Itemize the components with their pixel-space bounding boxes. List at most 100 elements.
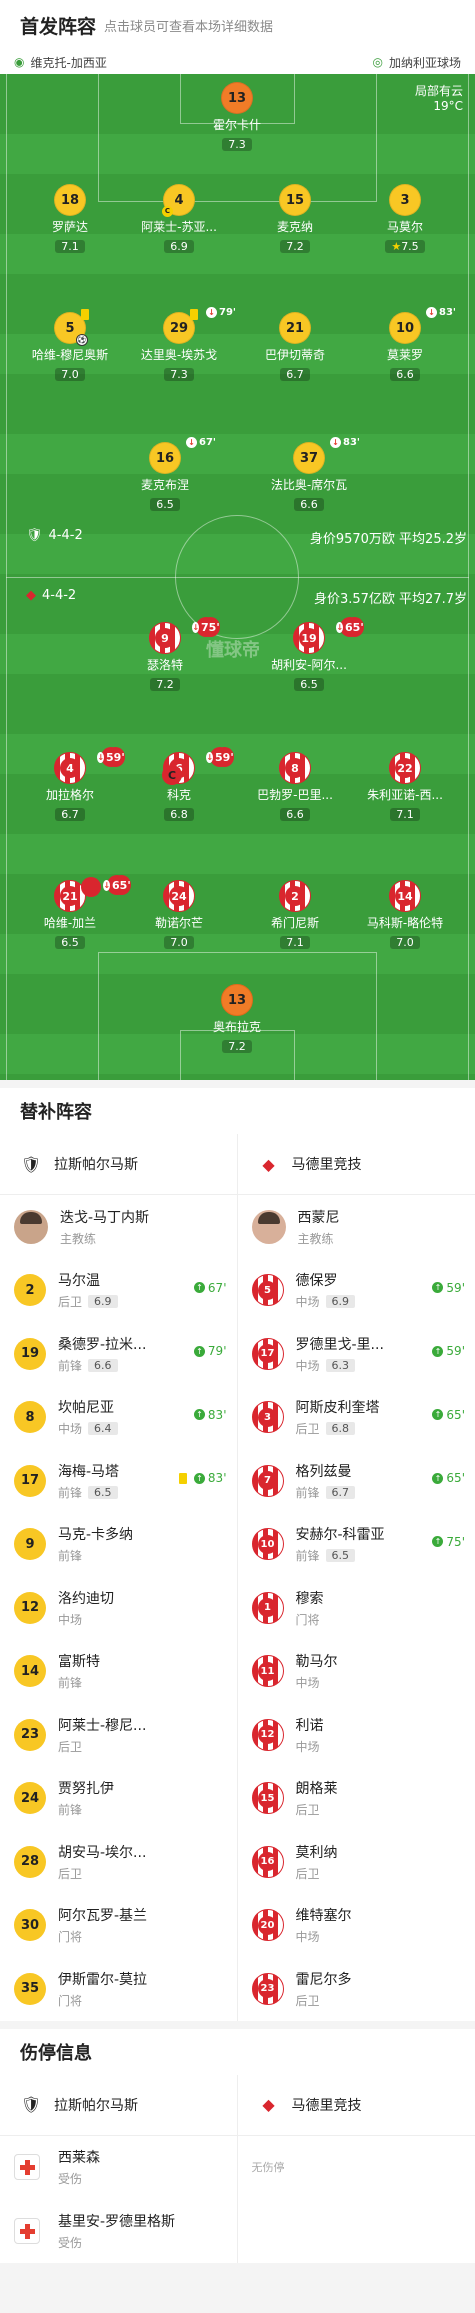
home-coach[interactable]: 迭戈-马丁内斯主教练 (0, 1195, 237, 1259)
jersey-number: 11 (252, 1655, 284, 1687)
jersey-number: 28 (14, 1846, 46, 1878)
weather-info: 局部有云19°C (415, 82, 463, 113)
sub-row[interactable]: 24贾努扎伊前锋 (0, 1767, 237, 1831)
sub-row[interactable]: 3阿斯皮利奎塔后卫6.8↑65' (238, 1386, 475, 1450)
sub-in-minute-text: 65' (446, 1408, 465, 1422)
away-crest-icon: ◆ (26, 588, 36, 603)
sub-row[interactable]: 12洛约迪切中场 (0, 1576, 237, 1640)
jersey-number: 23 (252, 1973, 284, 2005)
player-rating: 6.6 (294, 498, 324, 511)
sub-minute: 59' (215, 747, 234, 767)
player-home-7[interactable]: 29↓79'达里奥-埃苏戈7.3 (137, 312, 221, 382)
sub-row[interactable]: 16莫利纳后卫 (238, 1830, 475, 1894)
injury-home-header[interactable]: 🛡拉斯帕尔马斯 (0, 2075, 238, 2135)
player-home-9[interactable]: 10↓83'莫莱罗6.6 (363, 312, 447, 382)
home-team-header[interactable]: 🛡拉斯帕尔马斯 (0, 1134, 238, 1194)
player-home-4[interactable]: 15麦克纳7.2 (253, 184, 337, 254)
away-team-header[interactable]: ◆马德里竞技 (238, 1134, 475, 1194)
sub-row[interactable]: 12利诺中场 (238, 1703, 475, 1767)
player-position: 中场 (58, 1420, 82, 1437)
jersey-number-text: 16 (258, 1852, 277, 1871)
sub-row[interactable]: 15朗格莱后卫 (238, 1767, 475, 1831)
player-home-gk[interactable]: 13霍尔卡什7.3 (195, 82, 279, 152)
player-name: 达里奥-埃苏戈 (137, 346, 221, 363)
player-away-24[interactable]: 24勒诺尔芒7.0 (137, 880, 221, 950)
sub-row[interactable]: 30阿尔瓦罗-基兰门将 (0, 1894, 237, 1958)
away-subs-list: 西蒙尼主教练 5德保罗中场6.9↑59'17罗德里戈-里...中场6.3↑59'… (238, 1195, 475, 2021)
player-home-8[interactable]: 21巴伊切蒂奇6.7 (253, 312, 337, 382)
player-away-gk[interactable]: 13奥布拉克7.2 (195, 984, 279, 1054)
player-name: 利诺 (296, 1715, 324, 1735)
sub-row[interactable]: 7格列兹曼前锋6.7↑65' (238, 1449, 475, 1513)
away-injuries: 无伤停 (238, 2136, 475, 2263)
player-away-22[interactable]: 22朱利亚诺-西...7.1 (363, 752, 447, 822)
injury-away-header[interactable]: ◆马德里竞技 (238, 2075, 475, 2135)
player-home-6[interactable]: 5⚽哈维-穆尼奥斯7.0 (28, 312, 112, 382)
sub-row[interactable]: 35伊斯雷尔-莫拉门将 (0, 1957, 237, 2021)
player-away-6[interactable]: 6C↓59'科克6.8 (137, 752, 221, 822)
sub-in-icon: ↑ (194, 1346, 205, 1357)
sub-row[interactable]: 2马尔温后卫6.9↑67' (0, 1259, 237, 1323)
sub-row[interactable]: 11勒马尔中场 (238, 1640, 475, 1704)
player-position-line: 中场6.4 (58, 1420, 118, 1437)
player-away-21[interactable]: 21↓65'哈维-加兰6.5 (28, 880, 112, 950)
jersey-number: 5 (65, 321, 74, 336)
player-home-10[interactable]: 16↓67'麦克布涅6.5 (123, 442, 207, 512)
sub-row[interactable]: 23阿莱士-穆尼...后卫 (0, 1703, 237, 1767)
jersey-number: 4 (174, 193, 183, 208)
jersey-number-text: 15 (258, 1789, 277, 1808)
sub-row[interactable]: 8坎帕尼亚中场6.4↑83' (0, 1386, 237, 1450)
player-rating: 6.5 (150, 498, 180, 511)
page-subtitle: 点击球员可查看本场详细数据 (104, 16, 273, 35)
player-name: 胡利安-阿尔... (267, 656, 351, 673)
jersey-number: 17 (14, 1465, 46, 1497)
sub-row[interactable]: 9马克-卡多纳前锋 (0, 1513, 237, 1577)
sub-row[interactable]: 5德保罗中场6.9↑59' (238, 1259, 475, 1323)
player-name: 海梅-马塔 (58, 1461, 119, 1481)
player-name: 洛约迪切 (58, 1588, 114, 1608)
sub-row[interactable]: 10安赫尔-科雷亚前锋6.5↑75' (238, 1513, 475, 1577)
player-position: 后卫 (296, 1420, 320, 1437)
player-rating: 6.5 (55, 936, 85, 949)
sub-row[interactable]: 17罗德里戈-里...中场6.3↑59' (238, 1322, 475, 1386)
sub-in-icon: ↑ (432, 1282, 443, 1293)
sub-row[interactable]: 14富斯特前锋 (0, 1640, 237, 1704)
player-name: 阿莱士-苏亚... (137, 218, 221, 235)
jersey-number: 19 (299, 628, 319, 648)
injury-status: 受伤 (58, 2234, 175, 2251)
player-away-4[interactable]: 4↓59'加拉格尔6.7 (28, 752, 112, 822)
injury-row[interactable]: 西莱森受伤 (0, 2136, 237, 2200)
sub-in-minute: ↑65' (432, 1408, 465, 1422)
sub-row[interactable]: 1穆索门将 (238, 1576, 475, 1640)
player-away-14[interactable]: 14马科斯-略伦特7.0 (363, 880, 447, 950)
away-coach[interactable]: 西蒙尼主教练 (238, 1195, 475, 1259)
sub-minute: 83' (343, 437, 360, 448)
sub-row[interactable]: 20维特塞尔中场 (238, 1894, 475, 1958)
player-home-2[interactable]: 18罗萨达7.1 (28, 184, 112, 254)
player-rating: 6.7 (326, 1486, 356, 1499)
sub-out-icon: ↓ (336, 622, 343, 633)
injury-row[interactable]: 基里安-罗德里格斯受伤 (0, 2199, 237, 2263)
sub-row[interactable]: 23雷尼尔多后卫 (238, 1957, 475, 2021)
player-away-19[interactable]: 19↓65'胡利安-阿尔...6.5 (267, 622, 351, 692)
player-home-3[interactable]: 4C阿莱士-苏亚...6.9 (137, 184, 221, 254)
player-position-line: 后卫 (296, 1865, 338, 1882)
sub-row[interactable]: 17海梅-马塔前锋6.5↑83' (0, 1449, 237, 1513)
player-away-8[interactable]: 8巴勃罗-巴里...6.6 (253, 752, 337, 822)
sub-minute: 59' (106, 747, 125, 767)
sub-row[interactable]: 19桑德罗-拉米...前锋6.6↑79' (0, 1322, 237, 1386)
player-position-line: 门将 (58, 1928, 147, 1945)
player-away-2[interactable]: 2希门尼斯7.1 (253, 880, 337, 950)
player-home-11[interactable]: 37↓83'法比奥-席尔瓦6.6 (267, 442, 351, 512)
player-home-5[interactable]: 3马莫尔★7.5 (363, 184, 447, 254)
stadium-name: 加纳利亚球场 (389, 54, 461, 71)
avatar (14, 1210, 48, 1244)
sub-row[interactable]: 28胡安马-埃尔...后卫 (0, 1830, 237, 1894)
jersey-number: 30 (14, 1909, 46, 1941)
player-away-9[interactable]: 9↓75'瑟洛特7.2 (123, 622, 207, 692)
page-header: 首发阵容 点击球员可查看本场详细数据 (0, 0, 475, 50)
player-name: 麦克布涅 (123, 476, 207, 493)
sub-out-icon: ↓ (206, 307, 217, 318)
player-position: 前锋 (58, 1357, 82, 1374)
jersey-number: 7 (252, 1465, 284, 1497)
